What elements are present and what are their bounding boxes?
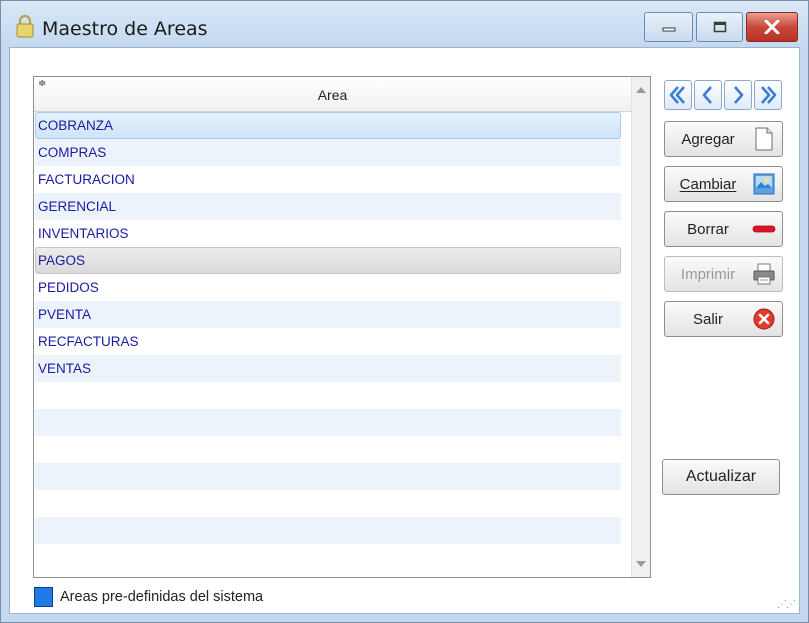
title-bar[interactable]: Maestro de Areas bbox=[1, 1, 808, 47]
table-row[interactable]: GERENCIAL bbox=[35, 193, 621, 220]
imprimir-label: Imprimir bbox=[680, 266, 736, 283]
edit-picture-icon bbox=[751, 172, 777, 196]
table-row[interactable] bbox=[35, 490, 621, 517]
table-row[interactable]: INVENTARIOS bbox=[35, 220, 621, 247]
table-row[interactable] bbox=[35, 544, 621, 571]
table-row[interactable]: PEDIDOS bbox=[35, 274, 621, 301]
table-row[interactable] bbox=[35, 409, 621, 436]
window-title: Maestro de Areas bbox=[42, 18, 208, 40]
last-record-button[interactable] bbox=[754, 80, 782, 110]
window-content: ≑ Area COBRANZA COMPRAS FACTURACION GERENCI… bbox=[9, 47, 800, 614]
cambiar-button[interactable]: Cambiar bbox=[664, 166, 783, 202]
padlock-icon bbox=[16, 14, 34, 38]
first-record-icon bbox=[669, 86, 685, 104]
table-row[interactable]: PAGOS bbox=[35, 247, 621, 274]
agregar-button[interactable]: Agregar bbox=[664, 121, 783, 157]
salir-label: Salir bbox=[692, 311, 723, 328]
column-header-area[interactable]: Area bbox=[34, 87, 631, 103]
minimize-button[interactable] bbox=[644, 12, 693, 42]
legend-text: Areas pre-definidas del sistema bbox=[60, 589, 264, 605]
area-grid[interactable]: ≑ Area COBRANZA COMPRAS FACTURACION GERENCI… bbox=[33, 76, 651, 578]
grid-rows: COBRANZA COMPRAS FACTURACION GERENCIAL INVEN… bbox=[35, 112, 621, 571]
imprimir-button[interactable]: Imprimir bbox=[664, 256, 783, 292]
table-row[interactable]: COMPRAS bbox=[35, 139, 621, 166]
last-record-icon bbox=[761, 86, 777, 104]
cambiar-label: Cambiar bbox=[679, 176, 737, 193]
table-row[interactable] bbox=[35, 382, 621, 409]
scroll-up-icon[interactable] bbox=[636, 87, 646, 93]
next-record-button[interactable] bbox=[724, 80, 752, 110]
table-row[interactable]: COBRANZA bbox=[35, 112, 621, 139]
minimize-icon bbox=[662, 27, 675, 32]
close-icon bbox=[764, 20, 780, 34]
salir-button[interactable]: Salir bbox=[664, 301, 783, 337]
main-window: Maestro de Areas ≑ Area COBRANZA COMPRAS F… bbox=[0, 0, 809, 623]
actualizar-button[interactable]: Actualizar bbox=[662, 459, 780, 495]
scroll-down-icon[interactable] bbox=[636, 561, 646, 567]
vertical-scrollbar[interactable] bbox=[631, 77, 650, 577]
legend-swatch bbox=[34, 587, 53, 607]
printer-icon bbox=[751, 262, 777, 286]
previous-record-icon bbox=[702, 86, 712, 104]
maximize-button[interactable] bbox=[696, 12, 743, 42]
borrar-label: Borrar bbox=[687, 221, 729, 238]
grid-header[interactable]: ≑ Area bbox=[34, 77, 631, 112]
table-row[interactable] bbox=[35, 463, 621, 490]
table-row[interactable]: FACTURACION bbox=[35, 166, 621, 193]
exit-x-icon bbox=[751, 307, 777, 331]
remove-icon bbox=[751, 217, 777, 241]
table-row[interactable] bbox=[35, 517, 621, 544]
table-row[interactable]: RECFACTURAS bbox=[35, 328, 621, 355]
first-record-button[interactable] bbox=[664, 80, 692, 110]
agregar-label: Agregar bbox=[681, 131, 735, 148]
next-record-icon bbox=[734, 86, 744, 104]
resize-grip-icon[interactable]: ⋰⋰ bbox=[777, 599, 796, 610]
new-document-icon bbox=[751, 127, 777, 151]
table-row[interactable]: VENTAS bbox=[35, 355, 621, 382]
maximize-icon bbox=[713, 21, 726, 33]
table-row[interactable] bbox=[35, 436, 621, 463]
table-row[interactable]: PVENTA bbox=[35, 301, 621, 328]
borrar-button[interactable]: Borrar bbox=[664, 211, 783, 247]
close-button[interactable] bbox=[746, 12, 798, 42]
previous-record-button[interactable] bbox=[694, 80, 722, 110]
